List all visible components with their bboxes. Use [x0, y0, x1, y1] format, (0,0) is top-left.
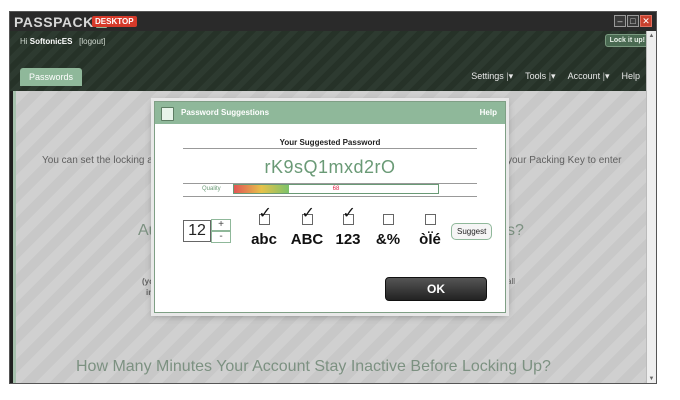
password-length-input[interactable]: 12: [183, 220, 211, 242]
minimize-button[interactable]: –: [614, 15, 626, 27]
greeting: Hi SoftonicES [logout]: [20, 37, 105, 46]
option-label: òÏé: [419, 231, 441, 248]
quality-value: 68: [332, 186, 340, 192]
option-symbols[interactable]: &%: [368, 214, 408, 248]
document-icon: [161, 107, 174, 121]
chevron-down-icon: ▾: [508, 71, 514, 81]
main-menu: Settings |▾ Tools |▾ Account |▾ Help: [471, 71, 640, 82]
option-numbers[interactable]: ✓ 123: [328, 206, 368, 249]
quality-bar: 68: [233, 184, 439, 194]
greeting-prefix: Hi: [20, 37, 28, 46]
checkmark-icon: ✓: [301, 205, 315, 222]
username: SoftonicES: [29, 37, 73, 46]
scrollbar[interactable]: ▲ ▼: [646, 31, 656, 383]
option-label: abc: [251, 231, 277, 248]
maximize-button[interactable]: □: [627, 15, 639, 27]
tab-passwords[interactable]: Passwords: [20, 68, 83, 86]
option-label: &%: [375, 231, 401, 248]
menu-settings[interactable]: Settings |▾: [471, 71, 513, 82]
top-bar: Hi SoftonicES [logout] Lock it up! Passw…: [10, 31, 656, 91]
checkmark-icon: ✓: [342, 205, 356, 222]
lowercase-checkbox[interactable]: ✓: [258, 206, 272, 225]
dialog-help-link[interactable]: Help: [480, 108, 497, 117]
brand-text: PASSPACK: [14, 14, 94, 30]
suggested-password: rK9sQ1mxd2rO: [264, 157, 396, 177]
option-lowercase[interactable]: ✓ abc: [244, 206, 284, 249]
option-uppercase[interactable]: ✓ ABC: [287, 206, 327, 249]
title-bar: PASSPACK DESKTOP – □ ✕: [10, 12, 656, 31]
option-label: ABC: [290, 231, 324, 248]
suggest-button[interactable]: Suggest: [451, 223, 493, 240]
menu-tools[interactable]: Tools |▾: [525, 71, 555, 82]
option-label: 123: [335, 231, 361, 248]
edition-badge: DESKTOP: [92, 16, 137, 27]
length-increment-button[interactable]: +: [211, 219, 231, 231]
length-decrement-button[interactable]: -: [211, 231, 231, 243]
divider: [183, 196, 477, 197]
dialog-title: Password Suggestions: [181, 108, 270, 117]
close-button[interactable]: ✕: [640, 15, 652, 27]
uppercase-checkbox[interactable]: ✓: [301, 206, 315, 225]
chevron-down-icon: ▾: [604, 71, 610, 81]
menu-account[interactable]: Account |▾: [568, 71, 610, 82]
ok-button[interactable]: OK: [385, 277, 487, 301]
suggested-password-label: Your Suggested Password: [279, 138, 381, 147]
lock-it-up-button[interactable]: Lock it up!: [604, 34, 650, 47]
scroll-down-icon[interactable]: ▼: [648, 376, 655, 382]
divider: [183, 148, 477, 149]
symbols-checkbox[interactable]: [382, 214, 394, 225]
menu-help[interactable]: Help: [621, 71, 640, 82]
chevron-down-icon: ▾: [551, 71, 556, 81]
accented-checkbox[interactable]: [424, 214, 436, 225]
checkmark-icon: ✓: [258, 205, 272, 222]
scroll-up-icon[interactable]: ▲: [648, 33, 655, 39]
quality-label: Quality: [202, 186, 221, 192]
password-suggestions-dialog: Password Suggestions Help Your Suggested…: [154, 101, 506, 313]
numbers-checkbox[interactable]: ✓: [342, 206, 356, 225]
option-accented[interactable]: òÏé: [410, 214, 450, 248]
logout-link[interactable]: [logout]: [79, 37, 105, 46]
dialog-header: Password Suggestions Help: [155, 102, 505, 124]
